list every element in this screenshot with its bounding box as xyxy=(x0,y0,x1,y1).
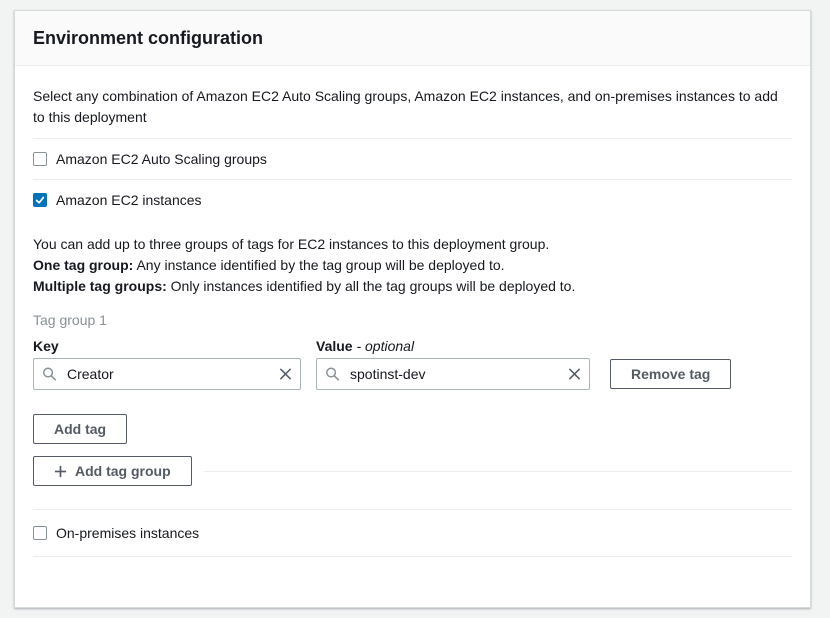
add-tag-button[interactable]: Add tag xyxy=(33,414,127,444)
tag-help-line2: One tag group: Any instance identified b… xyxy=(33,255,792,276)
environment-configuration-card: Environment configuration Select any com… xyxy=(14,10,811,608)
value-input[interactable] xyxy=(316,358,590,390)
value-label: Value - optional xyxy=(316,338,414,354)
intro-text: Select any combination of Amazon EC2 Aut… xyxy=(33,86,792,128)
clear-key-icon[interactable] xyxy=(278,367,293,382)
tag-help-line3: Multiple tag groups: Only instances iden… xyxy=(33,276,792,297)
page-title: Environment configuration xyxy=(33,28,792,49)
card-header: Environment configuration xyxy=(15,11,810,66)
add-tag-group-row: Add tag group xyxy=(33,456,792,486)
plus-icon xyxy=(54,465,67,478)
tag-help-line3-desc: Only instances identified by all the tag… xyxy=(167,278,576,294)
auto-scaling-groups-label: Amazon EC2 Auto Scaling groups xyxy=(56,151,267,167)
checkbox-row-ec2-instances[interactable]: Amazon EC2 instances xyxy=(33,180,792,220)
key-search-box xyxy=(33,358,301,390)
divider xyxy=(204,471,792,472)
add-tag-group-button[interactable]: Add tag group xyxy=(33,456,192,486)
field-labels-row: Key Value - optional xyxy=(33,338,792,354)
value-label-text: Value xyxy=(316,338,356,354)
checkmark-icon xyxy=(34,194,46,206)
on-premises-label: On-premises instances xyxy=(56,525,199,541)
card-body: Select any combination of Amazon EC2 Aut… xyxy=(15,66,810,577)
remove-tag-button[interactable]: Remove tag xyxy=(610,359,731,389)
key-input[interactable] xyxy=(33,358,301,390)
search-icon xyxy=(42,367,57,382)
checkbox-row-on-premises[interactable]: On-premises instances xyxy=(33,510,792,556)
key-label: Key xyxy=(33,338,316,354)
tag-help-line1: You can add up to three groups of tags f… xyxy=(33,234,792,255)
value-optional-text: - optional xyxy=(356,338,414,354)
checkbox-row-auto-scaling-groups[interactable]: Amazon EC2 Auto Scaling groups xyxy=(33,139,792,179)
ec2-instances-label: Amazon EC2 instances xyxy=(56,192,202,208)
tag-inputs-row: Remove tag xyxy=(33,358,792,390)
ec2-instances-checkbox[interactable] xyxy=(33,193,47,207)
search-icon xyxy=(325,367,340,382)
tag-help-line2-term: One tag group: xyxy=(33,257,133,273)
tag-help-line2-desc: Any instance identified by the tag group… xyxy=(133,257,504,273)
add-tag-group-label: Add tag group xyxy=(75,463,171,479)
tag-group-title: Tag group 1 xyxy=(33,312,792,328)
tag-help-text: You can add up to three groups of tags f… xyxy=(33,234,792,297)
auto-scaling-groups-checkbox[interactable] xyxy=(33,152,47,166)
clear-value-icon[interactable] xyxy=(567,367,582,382)
divider xyxy=(33,556,792,557)
on-premises-checkbox[interactable] xyxy=(33,526,47,540)
value-search-box xyxy=(316,358,590,390)
tag-help-line3-term: Multiple tag groups: xyxy=(33,278,167,294)
